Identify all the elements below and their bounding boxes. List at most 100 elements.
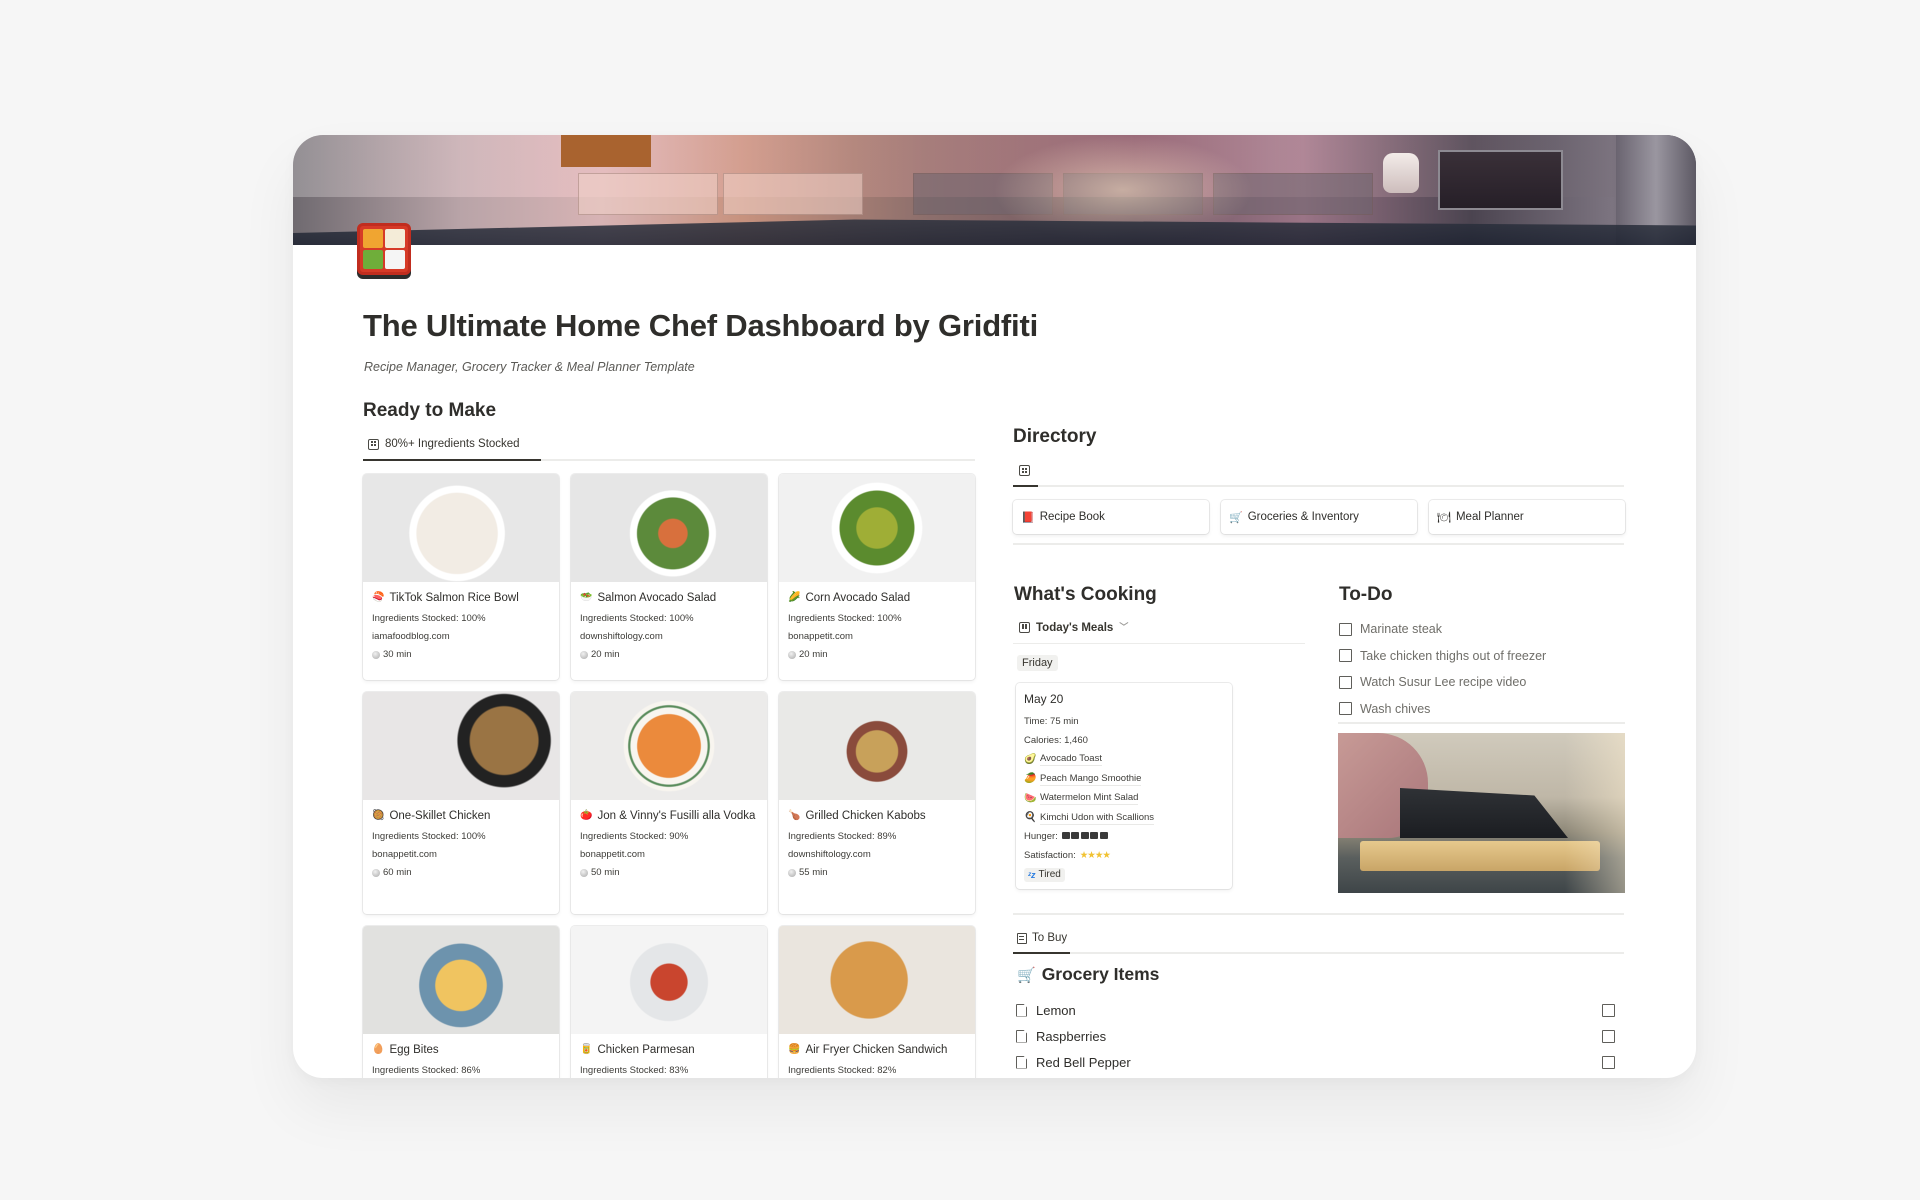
recipe-source: bonappetit.com: [580, 849, 645, 860]
mood-row: ᶻz Tired: [1024, 868, 1224, 882]
bento-box-icon[interactable]: [357, 223, 411, 275]
todo-item[interactable]: Watch Susur Lee recipe video: [1339, 669, 1546, 696]
todo-item[interactable]: Wash chives: [1339, 696, 1546, 723]
hunger-box: [1080, 832, 1089, 839]
fork-knife-plate-icon: 🍽: [1437, 511, 1451, 524]
directory-link-groceries[interactable]: 🛒 Groceries & Inventory: [1221, 500, 1417, 534]
hunger-rating: Hunger:: [1024, 831, 1224, 843]
recipe-time-value: 60 min: [383, 867, 412, 878]
meal-relation-item[interactable]: 🍳 Kimchi Udon with Scallions: [1024, 812, 1224, 825]
grocery-checkbox[interactable]: [1602, 1003, 1615, 1017]
hunger-label: Hunger:: [1024, 831, 1058, 842]
recipe-emoji-icon: 🥚: [372, 1044, 385, 1055]
hunger-meter: [1061, 831, 1110, 843]
view-selector-label: Today's Meals: [1036, 621, 1114, 634]
recipe-title: Air Fryer Chicken Sandwich: [805, 1044, 948, 1056]
recipe-card[interactable]: 🥗 Salmon Avocado Salad Ingredients Stocked…: [571, 474, 767, 680]
view-selector-todays-meals[interactable]: Today's Meals ﹀: [1019, 621, 1128, 634]
recipe-card-body: 🥫 Chicken Parmesan Ingredients Stocked: 83…: [571, 1034, 767, 1078]
grocery-heading[interactable]: 🛒 Grocery Items: [1017, 964, 1159, 985]
recipe-title: Salmon Avocado Salad: [597, 592, 717, 604]
illustration-cutting-board: [1360, 841, 1600, 871]
active-tab-underline: [1013, 485, 1038, 487]
link-label: Recipe Book: [1039, 511, 1105, 523]
recipe-card[interactable]: 🥘 One-Skillet Chicken Ingredients Stocked:…: [363, 692, 559, 914]
grocery-checkbox[interactable]: [1602, 1029, 1615, 1043]
list-view-icon: [1017, 932, 1027, 944]
grocery-item-name: Lemon: [1036, 1002, 1076, 1018]
frying-pan-icon: 🍳: [1024, 812, 1037, 823]
recipe-cover-image: [571, 926, 767, 1034]
recipe-card[interactable]: 🌽 Corn Avocado Salad Ingredients Stocked: …: [779, 474, 975, 680]
recipe-time-value: 50 min: [591, 867, 620, 878]
todo-checkbox[interactable]: [1339, 649, 1352, 663]
page-icon: [1016, 1003, 1027, 1017]
recipe-emoji-icon: 🍗: [788, 810, 801, 821]
recipe-source: bonappetit.com: [788, 631, 853, 642]
todo-item[interactable]: Take chicken thighs out of freezer: [1339, 643, 1546, 670]
todo-checkbox[interactable]: [1339, 675, 1352, 689]
view-divider: [1013, 643, 1305, 644]
grocery-checkbox[interactable]: [1602, 1055, 1615, 1069]
meal-link: Kimchi Udon with Scallions: [1040, 811, 1155, 825]
zzz-icon: ᶻz: [1028, 870, 1036, 880]
view-tab-label: 80%+ Ingredients Stocked: [385, 438, 520, 450]
page-subtitle: Recipe Manager, Grocery Tracker & Meal P…: [364, 360, 695, 374]
recipe-card[interactable]: 🍣 TikTok Salmon Rice Bowl Ingredients Stoc…: [363, 474, 559, 680]
directory-links: 📕 Recipe Book 🛒 Groceries & Inventory 🍽 …: [1013, 500, 1625, 534]
grocery-item[interactable]: Red Bell Pepper: [1016, 1049, 1616, 1075]
star-icon: ★: [1087, 849, 1095, 861]
recipe-cover-image: [571, 692, 767, 800]
cover-image[interactable]: [293, 135, 1696, 245]
todo-checkbox[interactable]: [1339, 702, 1352, 716]
recipe-emoji-icon: 🍔: [788, 1044, 801, 1055]
recipe-cover-image: [779, 474, 975, 582]
mango-icon: 🥭: [1024, 773, 1037, 784]
grocery-list: Lemon Raspberries Red Bell Pepper: [1016, 997, 1616, 1075]
grocery-item[interactable]: Raspberries: [1016, 1023, 1616, 1049]
recipe-card[interactable]: 🍅 Jon & Vinny's Fusilli alla Vodka Ingredi…: [571, 692, 767, 914]
meal-relation-item[interactable]: 🍉 Watermelon Mint Salad: [1024, 792, 1224, 805]
recipe-name: 🍔 Air Fryer Chicken Sandwich: [788, 1042, 967, 1058]
view-tab-to-buy[interactable]: To Buy: [1017, 932, 1067, 944]
recipe-card-body: 🥘 One-Skillet Chicken Ingredients Stocked:…: [363, 800, 559, 887]
directory-link-meal-planner[interactable]: 🍽 Meal Planner: [1429, 500, 1625, 534]
recipe-emoji-icon: 🍣: [372, 592, 385, 603]
todo-label: Wash chives: [1360, 701, 1431, 716]
recipe-title: Jon & Vinny's Fusilli alla Vodka: [597, 810, 756, 822]
ingredients-stocked: Ingredients Stocked: 83%: [580, 1065, 689, 1076]
meal-relation-item[interactable]: 🥑 Avocado Toast: [1024, 753, 1224, 766]
view-tab-directory[interactable]: [1019, 465, 1030, 476]
meal-card[interactable]: May 20 Time: 75 min Calories: 1,460 🥑 Av…: [1016, 683, 1232, 889]
meal-relation-item[interactable]: 🥭 Peach Mango Smoothie: [1024, 773, 1224, 786]
recipe-card[interactable]: 🍗 Grilled Chicken Kabobs Ingredients Stock…: [779, 692, 975, 914]
ingredients-stocked: Ingredients Stocked: 82%: [788, 1065, 897, 1076]
meal-link: Avocado Toast: [1040, 753, 1102, 766]
recipe-card-body: 🍗 Grilled Chicken Kabobs Ingredients Stock…: [779, 800, 975, 887]
todo-label: Watch Susur Lee recipe video: [1360, 675, 1527, 690]
todo-item[interactable]: Marinate steak: [1339, 616, 1546, 643]
notion-page: The Ultimate Home Chef Dashboard by Grid…: [293, 135, 1696, 1078]
whats-cooking-heading: What's Cooking: [1014, 584, 1157, 605]
recipe-name: 🌽 Corn Avocado Salad: [788, 590, 967, 606]
tab-divider: [1013, 952, 1624, 954]
directory-link-recipe-book[interactable]: 📕 Recipe Book: [1013, 500, 1209, 534]
cover-kettle: [1383, 153, 1419, 193]
recipe-time: 60 min: [372, 867, 551, 879]
recipe-cover-image: [363, 926, 559, 1034]
ingredients-stocked: Ingredients Stocked: 89%: [788, 831, 897, 842]
satisfaction-stars: ★★★★: [1080, 849, 1111, 862]
ingredients-stocked: Ingredients Stocked: 90%: [580, 831, 689, 842]
todo-checkbox[interactable]: [1339, 622, 1352, 636]
bento-compartment: [385, 229, 405, 248]
view-tab-stocked[interactable]: 80%+ Ingredients Stocked: [368, 438, 520, 450]
recipe-card-body: 🌽 Corn Avocado Salad Ingredients Stocked: …: [779, 582, 975, 669]
recipe-card[interactable]: 🍔 Air Fryer Chicken Sandwich Ingredients S…: [779, 926, 975, 1078]
meal-date: May 20: [1024, 692, 1064, 706]
grocery-item[interactable]: Lemon: [1016, 997, 1616, 1023]
recipe-card[interactable]: 🥫 Chicken Parmesan Ingredients Stocked: 83…: [571, 926, 767, 1078]
garlic-icon: [788, 869, 796, 877]
satisfaction-rating: Satisfaction: ★★★★: [1024, 850, 1224, 862]
recipe-cover-image: [363, 474, 559, 582]
recipe-card[interactable]: 🥚 Egg Bites Ingredients Stocked: 86%: [363, 926, 559, 1078]
